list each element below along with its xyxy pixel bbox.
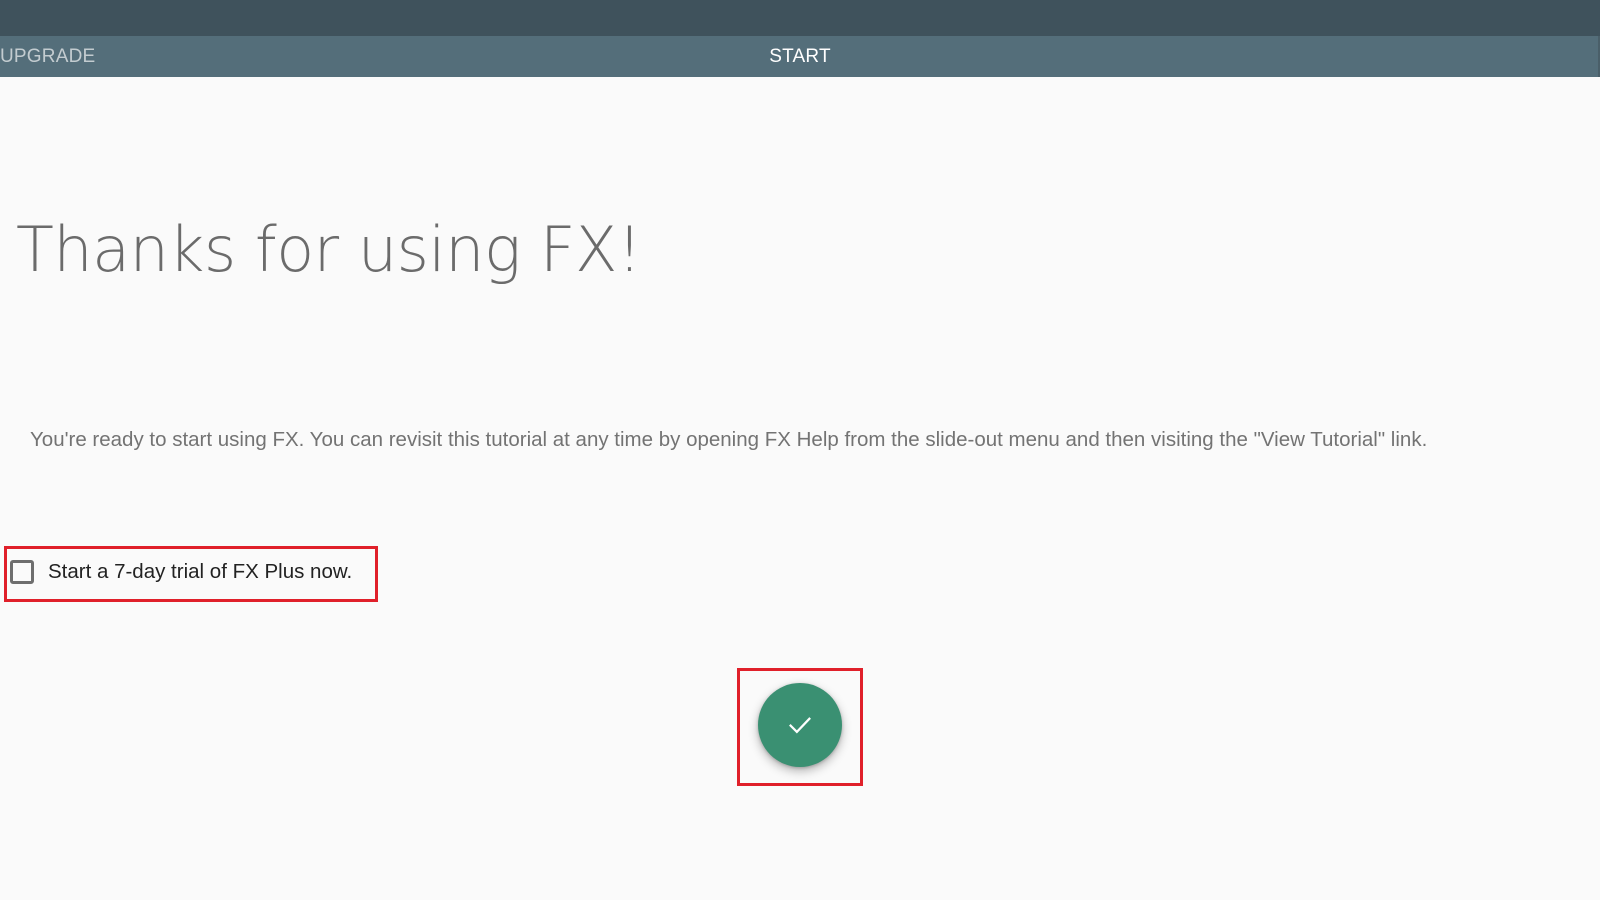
- trial-checkbox-label[interactable]: Start a 7-day trial of FX Plus now.: [48, 560, 352, 584]
- tab-start[interactable]: START: [700, 36, 900, 77]
- tutorial-description: You're ready to start using FX. You can …: [30, 428, 1428, 451]
- tab-upgrade[interactable]: UPGRADE: [0, 36, 95, 77]
- check-icon: [789, 717, 811, 734]
- status-bar: [0, 0, 1600, 36]
- trial-checkbox[interactable]: [10, 560, 34, 584]
- confirm-button[interactable]: [758, 683, 842, 767]
- page-title: Thanks for using FX!: [16, 213, 642, 286]
- trial-checkbox-row[interactable]: Start a 7-day trial of FX Plus now.: [10, 557, 352, 587]
- tab-bar: UPGRADE START: [0, 36, 1600, 77]
